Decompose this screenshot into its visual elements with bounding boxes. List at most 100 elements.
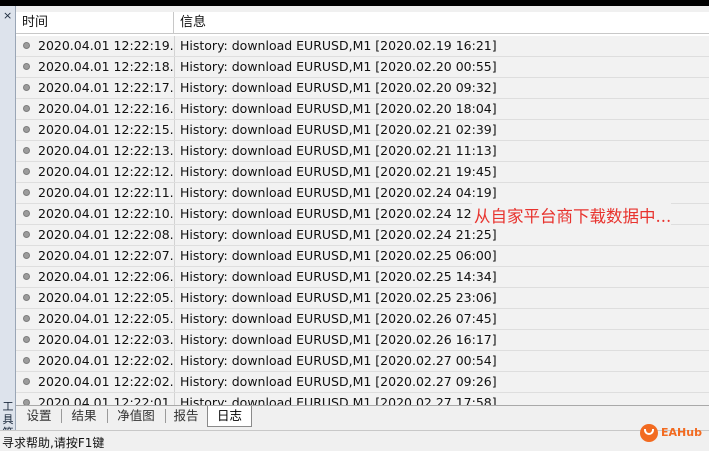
log-time: 2020.04.01 12:22:16.301 — [38, 101, 174, 116]
log-status-icon — [23, 147, 30, 154]
log-status-icon — [23, 105, 30, 112]
log-row[interactable]: 2020.04.01 12:22:03.940 History: download… — [16, 330, 709, 351]
log-message: History: download EURUSD,M1 [2020.02.21 … — [180, 143, 497, 158]
column-divider — [174, 309, 175, 329]
log-message: History: download EURUSD,M1 [2020.02.21 … — [180, 122, 497, 137]
tester-tab-bar: 设置 结果 净值图 报告 日志 — [16, 405, 709, 427]
log-status-icon — [23, 273, 30, 280]
log-row[interactable]: 2020.04.01 12:22:15.195 History: download… — [16, 120, 709, 141]
toolbox-sidebar: × 工具箱 — [0, 6, 16, 439]
log-status-icon — [23, 357, 30, 364]
log-row[interactable]: 2020.04.01 12:22:17.406 History: download… — [16, 78, 709, 99]
log-row[interactable]: 2020.04.01 12:22:07.462 History: download… — [16, 246, 709, 267]
log-status-icon — [23, 84, 30, 91]
eahub-logo-text: EAHub — [661, 426, 702, 439]
close-icon[interactable]: × — [3, 10, 12, 21]
log-row[interactable]: 2020.04.01 12:22:05.145 History: download… — [16, 309, 709, 330]
log-status-icon — [23, 210, 30, 217]
log-time: 2020.04.01 12:22:05.145 — [38, 311, 174, 326]
log-time: 2020.04.01 12:22:02.834 — [38, 353, 174, 368]
column-divider — [174, 204, 175, 224]
column-divider — [174, 36, 175, 56]
column-divider — [174, 78, 175, 98]
column-divider — [174, 288, 175, 308]
log-message: History: download EURUSD,M1 [2020.02.20 … — [180, 80, 497, 95]
eahub-logo-icon — [640, 424, 658, 442]
log-row[interactable]: 2020.04.01 12:22:18.512 History: download… — [16, 57, 709, 78]
log-row[interactable]: 2020.04.01 12:22:01.623 History: download… — [16, 393, 709, 405]
column-divider — [174, 330, 175, 350]
column-divider — [174, 267, 175, 287]
log-row[interactable]: 2020.04.01 12:22:02.729 History: download… — [16, 372, 709, 393]
tab-settings[interactable]: 设置 — [18, 406, 60, 426]
log-message: History: download EURUSD,M1 [2020.02.20 … — [180, 59, 497, 74]
log-row[interactable]: 2020.04.01 12:22:16.301 History: download… — [16, 99, 709, 120]
log-row[interactable]: 2020.04.01 12:22:19.617 History: download… — [16, 36, 709, 57]
log-row[interactable]: 2020.04.01 12:22:13.989 History: download… — [16, 141, 709, 162]
tab-report[interactable]: 报告 — [166, 406, 206, 426]
eahub-logo: EAHub — [640, 424, 704, 442]
tab-journal[interactable]: 日志 — [207, 406, 252, 427]
log-message: History: download EURUSD,M1 [2020.02.24 … — [180, 227, 497, 242]
tab-equity-chart[interactable]: 净值图 — [108, 406, 164, 426]
log-row[interactable]: 2020.04.01 12:22:12.884 History: download… — [16, 162, 709, 183]
log-status-icon — [23, 231, 30, 238]
log-row[interactable]: 2020.04.01 12:22:08.567 History: download… — [16, 225, 709, 246]
log-time: 2020.04.01 12:22:17.406 — [38, 80, 174, 95]
grid-header: 时间 信息 — [16, 12, 709, 34]
log-status-icon — [23, 63, 30, 70]
log-row[interactable]: 2020.04.01 12:22:02.834 History: download… — [16, 351, 709, 372]
log-time: 2020.04.01 12:22:02.729 — [38, 374, 174, 389]
column-header-message[interactable]: 信息 — [174, 12, 206, 34]
log-row[interactable]: 2020.04.01 12:22:06.356 History: download… — [16, 267, 709, 288]
log-message: History: download EURUSD,M1 [2020.02.19 … — [180, 38, 497, 53]
log-status-icon — [23, 336, 30, 343]
log-time: 2020.04.01 12:22:19.617 — [38, 38, 174, 53]
log-message: History: download EURUSD,M1 [2020.02.27 … — [180, 353, 497, 368]
column-divider — [174, 351, 175, 371]
log-message: History: download EURUSD,M1 [2020.02.26 … — [180, 332, 497, 347]
log-status-icon — [23, 294, 30, 301]
column-divider — [174, 246, 175, 266]
top-bar — [0, 0, 709, 6]
log-status-icon — [23, 252, 30, 259]
log-message: History: download EURUSD,M1 [2020.02.24 … — [180, 206, 497, 221]
log-time: 2020.04.01 12:22:13.989 — [38, 143, 174, 158]
log-message: History: download EURUSD,M1 [2020.02.21 … — [180, 164, 497, 179]
log-row[interactable]: 2020.04.01 12:22:11.778 History: download… — [16, 183, 709, 204]
column-divider — [174, 99, 175, 119]
log-message: History: download EURUSD,M1 [2020.02.24 … — [180, 185, 497, 200]
log-time: 2020.04.01 12:22:01.623 — [38, 395, 174, 405]
log-time: 2020.04.01 12:22:07.462 — [38, 248, 174, 263]
log-time: 2020.04.01 12:22:10.673 — [38, 206, 174, 221]
download-status-overlay: 从自家平台商下载数据中... — [472, 203, 672, 227]
column-divider — [174, 372, 175, 392]
log-time: 2020.04.01 12:22:08.567 — [38, 227, 174, 242]
log-message: History: download EURUSD,M1 [2020.02.25 … — [180, 269, 497, 284]
log-time: 2020.04.01 12:22:06.356 — [38, 269, 174, 284]
log-message: History: download EURUSD,M1 [2020.02.26 … — [180, 311, 497, 326]
log-status-icon — [23, 168, 30, 175]
column-divider — [174, 162, 175, 182]
log-time: 2020.04.01 12:22:15.195 — [38, 122, 174, 137]
log-message: History: download EURUSD,M1 [2020.02.20 … — [180, 101, 497, 116]
log-message: History: download EURUSD,M1 [2020.02.27 … — [180, 374, 497, 389]
column-header-time[interactable]: 时间 — [16, 12, 174, 34]
log-message: History: download EURUSD,M1 [2020.02.27 … — [180, 395, 497, 405]
log-time: 2020.04.01 12:22:12.884 — [38, 164, 174, 179]
log-time: 2020.04.01 12:22:03.940 — [38, 332, 174, 347]
log-time: 2020.04.01 12:22:05.251 — [38, 290, 174, 305]
log-message: History: download EURUSD,M1 [2020.02.25 … — [180, 248, 497, 263]
column-divider — [174, 141, 175, 161]
log-status-icon — [23, 378, 30, 385]
log-status-icon — [23, 126, 30, 133]
log-status-icon — [23, 42, 30, 49]
tab-results[interactable]: 结果 — [62, 406, 106, 426]
status-text: 寻求帮助,请按F1键 — [2, 436, 105, 450]
log-row[interactable]: 2020.04.01 12:22:05.251 History: download… — [16, 288, 709, 309]
log-message: History: download EURUSD,M1 [2020.02.25 … — [180, 290, 497, 305]
log-time: 2020.04.01 12:22:11.778 — [38, 185, 174, 200]
log-status-icon — [23, 189, 30, 196]
column-divider — [174, 225, 175, 245]
log-status-icon — [23, 315, 30, 322]
